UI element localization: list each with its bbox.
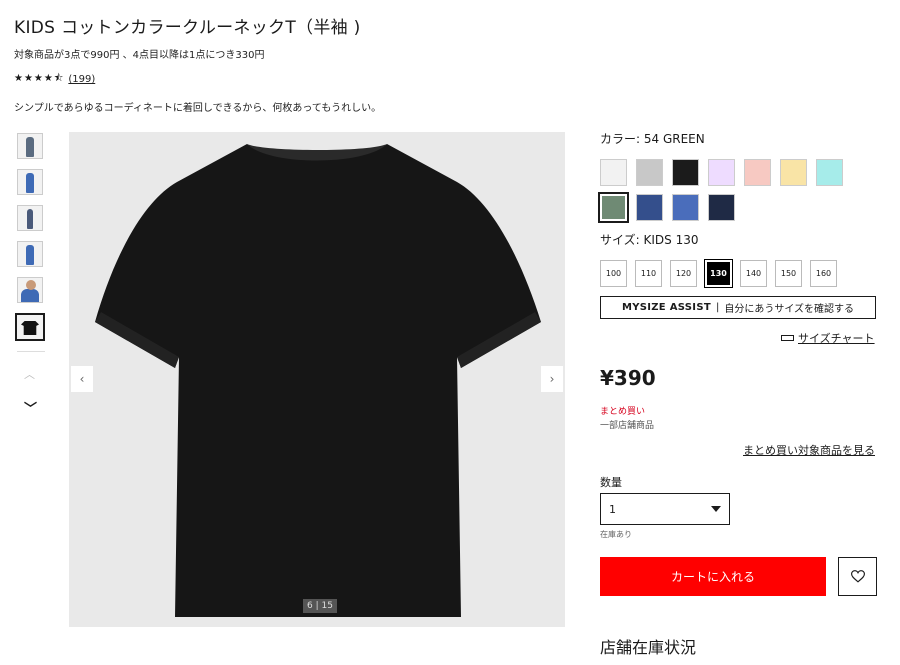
model-fullbody-icon: [26, 137, 34, 157]
model-fullbody-icon: [26, 245, 34, 265]
size-option-130-selected[interactable]: 130: [704, 259, 733, 288]
review-count-link[interactable]: (199): [68, 74, 95, 85]
promo-text: 対象商品が3点で990円 、4点目以降は1点につき330円: [14, 50, 265, 61]
size-chart-link[interactable]: サイズチャート: [781, 330, 875, 346]
thumbnail-3[interactable]: [17, 205, 43, 231]
rating: ★★★★⯪ (199): [14, 71, 95, 88]
chevron-down-icon[interactable]: ﹀: [24, 398, 37, 417]
hero-image: ‹ › 6 | 15: [69, 132, 565, 627]
caret-down-icon: [711, 506, 721, 512]
mysize-assist-button[interactable]: MYSIZE ASSIST | 自分にあうサイズを確認する: [600, 296, 876, 319]
thumbnail-divider: [17, 351, 45, 352]
product-description: シンプルであらゆるコーディネートに着回しできるから、何枚あってもうれしい。: [14, 103, 382, 114]
size-option-160[interactable]: 160: [810, 260, 837, 287]
product-title: KIDS コットンカラークルーネックT（半袖 ): [14, 18, 361, 38]
bulk-buy-link[interactable]: まとめ買い対象商品を見る: [743, 442, 875, 458]
size-options: 100 110 120 130 140 150 160: [600, 259, 837, 288]
mysize-separator: |: [715, 302, 720, 313]
image-counter: 6 | 15: [303, 599, 337, 613]
size-chart-label: サイズチャート: [798, 332, 875, 345]
thumbnail-4[interactable]: [17, 241, 43, 267]
swatch-aqua[interactable]: [816, 159, 843, 186]
quantity-select[interactable]: 1: [600, 493, 730, 525]
bulk-buy-label: まとめ買い: [600, 407, 646, 417]
size-option-120[interactable]: 120: [670, 260, 697, 287]
quantity-label: 数量: [600, 476, 622, 489]
store-stock-heading: 店舗在庫状況: [600, 638, 697, 657]
face-icon: [26, 280, 36, 290]
swatch-black[interactable]: [672, 159, 699, 186]
swatch-gray[interactable]: [636, 159, 663, 186]
thumbnail-5[interactable]: [17, 277, 43, 303]
swatch-pink[interactable]: [744, 159, 771, 186]
swatch-dark-navy[interactable]: [708, 194, 735, 221]
size-option-140[interactable]: 140: [740, 260, 767, 287]
chevron-up-icon[interactable]: ︿: [24, 366, 35, 382]
model-fullbody-icon: [26, 173, 34, 193]
swatch-white[interactable]: [600, 159, 627, 186]
quantity-value: 1: [609, 502, 616, 516]
thumbnail-list: [15, 133, 47, 366]
model-portrait-icon: [21, 289, 39, 302]
heart-icon: [850, 570, 865, 583]
size-option-150[interactable]: 150: [775, 260, 802, 287]
swatch-green-selected[interactable]: [598, 192, 629, 223]
swatch-lavender[interactable]: [708, 159, 735, 186]
stock-note: 在庫あり: [600, 530, 632, 539]
swatch-yellow[interactable]: [780, 159, 807, 186]
star-rating-icon: ★★★★⯪: [14, 73, 65, 84]
color-swatches: [598, 159, 860, 223]
tshirt-icon: [21, 321, 39, 335]
ruler-icon: [781, 335, 794, 341]
thumbnail-6-active[interactable]: [15, 313, 45, 341]
size-option-100[interactable]: 100: [600, 260, 627, 287]
price: ¥390: [600, 366, 656, 390]
tshirt-image: [95, 144, 541, 617]
model-fullbody-icon: [27, 209, 33, 229]
color-label: カラー: 54 GREEN: [600, 132, 705, 146]
mysize-assist-label: MYSIZE ASSIST: [621, 302, 711, 313]
size-option-110[interactable]: 110: [635, 260, 662, 287]
favorite-button[interactable]: [838, 557, 877, 596]
thumbnail-1[interactable]: [17, 133, 43, 159]
partial-stores-label: 一部店舗商品: [600, 421, 655, 431]
thumbnail-2[interactable]: [17, 169, 43, 195]
hero-next-button[interactable]: ›: [541, 366, 563, 392]
swatch-navy[interactable]: [636, 194, 663, 221]
mysize-assist-text: 自分にあうサイズを確認する: [724, 304, 855, 315]
hero-prev-button[interactable]: ‹: [71, 366, 93, 392]
add-to-cart-button[interactable]: カートに入れる: [600, 557, 826, 596]
swatch-blue[interactable]: [672, 194, 699, 221]
tshirt-shape: [95, 144, 541, 617]
size-label: サイズ: KIDS 130: [600, 233, 699, 247]
